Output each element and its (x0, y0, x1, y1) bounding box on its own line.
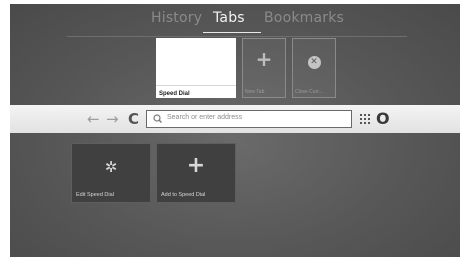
add-to-speed-dial-tile[interactable]: + Add to Speed Dial (156, 143, 236, 203)
tab-bookmarks[interactable]: Bookmarks (264, 10, 344, 26)
search-input[interactable]: Search or enter address (146, 110, 352, 128)
edit-speed-dial-tile[interactable]: ✲ Edit Speed Dial (71, 143, 151, 203)
plus-icon: + (186, 153, 206, 178)
speed-dial-grid-icon[interactable] (360, 114, 370, 124)
forward-arrow-icon[interactable]: → (106, 110, 119, 128)
new-tab-button[interactable]: + New Tab (242, 38, 286, 98)
add-to-speed-dial-label: Add to Speed Dial (161, 192, 206, 198)
browser-screen: History Tabs Bookmarks Speed Dial + New … (10, 4, 460, 257)
tab-tabs[interactable]: Tabs (213, 10, 245, 26)
reload-icon[interactable]: C (128, 110, 139, 128)
address-bar: ← → C Search or enter address O (10, 105, 460, 133)
top-tab-strip: History Tabs Bookmarks (10, 10, 460, 37)
search-icon (153, 114, 162, 123)
tab-history[interactable]: History (151, 10, 202, 26)
active-tab-underline (203, 32, 261, 33)
plus-icon: + (255, 47, 273, 71)
new-tab-label: New Tab (245, 89, 265, 95)
search-placeholder: Search or enter address (167, 114, 243, 121)
top-divider (67, 36, 407, 37)
gear-icon: ✲ (104, 158, 118, 176)
tab-thumbnail-speed-dial[interactable]: Speed Dial (156, 38, 236, 98)
close-circle-icon: ✕ (307, 56, 321, 69)
close-current-label: Close Curr... (295, 89, 323, 95)
close-current-button[interactable]: ✕ Close Curr... (292, 38, 336, 98)
thumbnail-label: Speed Dial (159, 91, 190, 97)
back-arrow-icon[interactable]: ← (87, 110, 100, 128)
edit-speed-dial-label: Edit Speed Dial (76, 192, 114, 198)
opera-menu-icon[interactable]: O (376, 110, 390, 128)
